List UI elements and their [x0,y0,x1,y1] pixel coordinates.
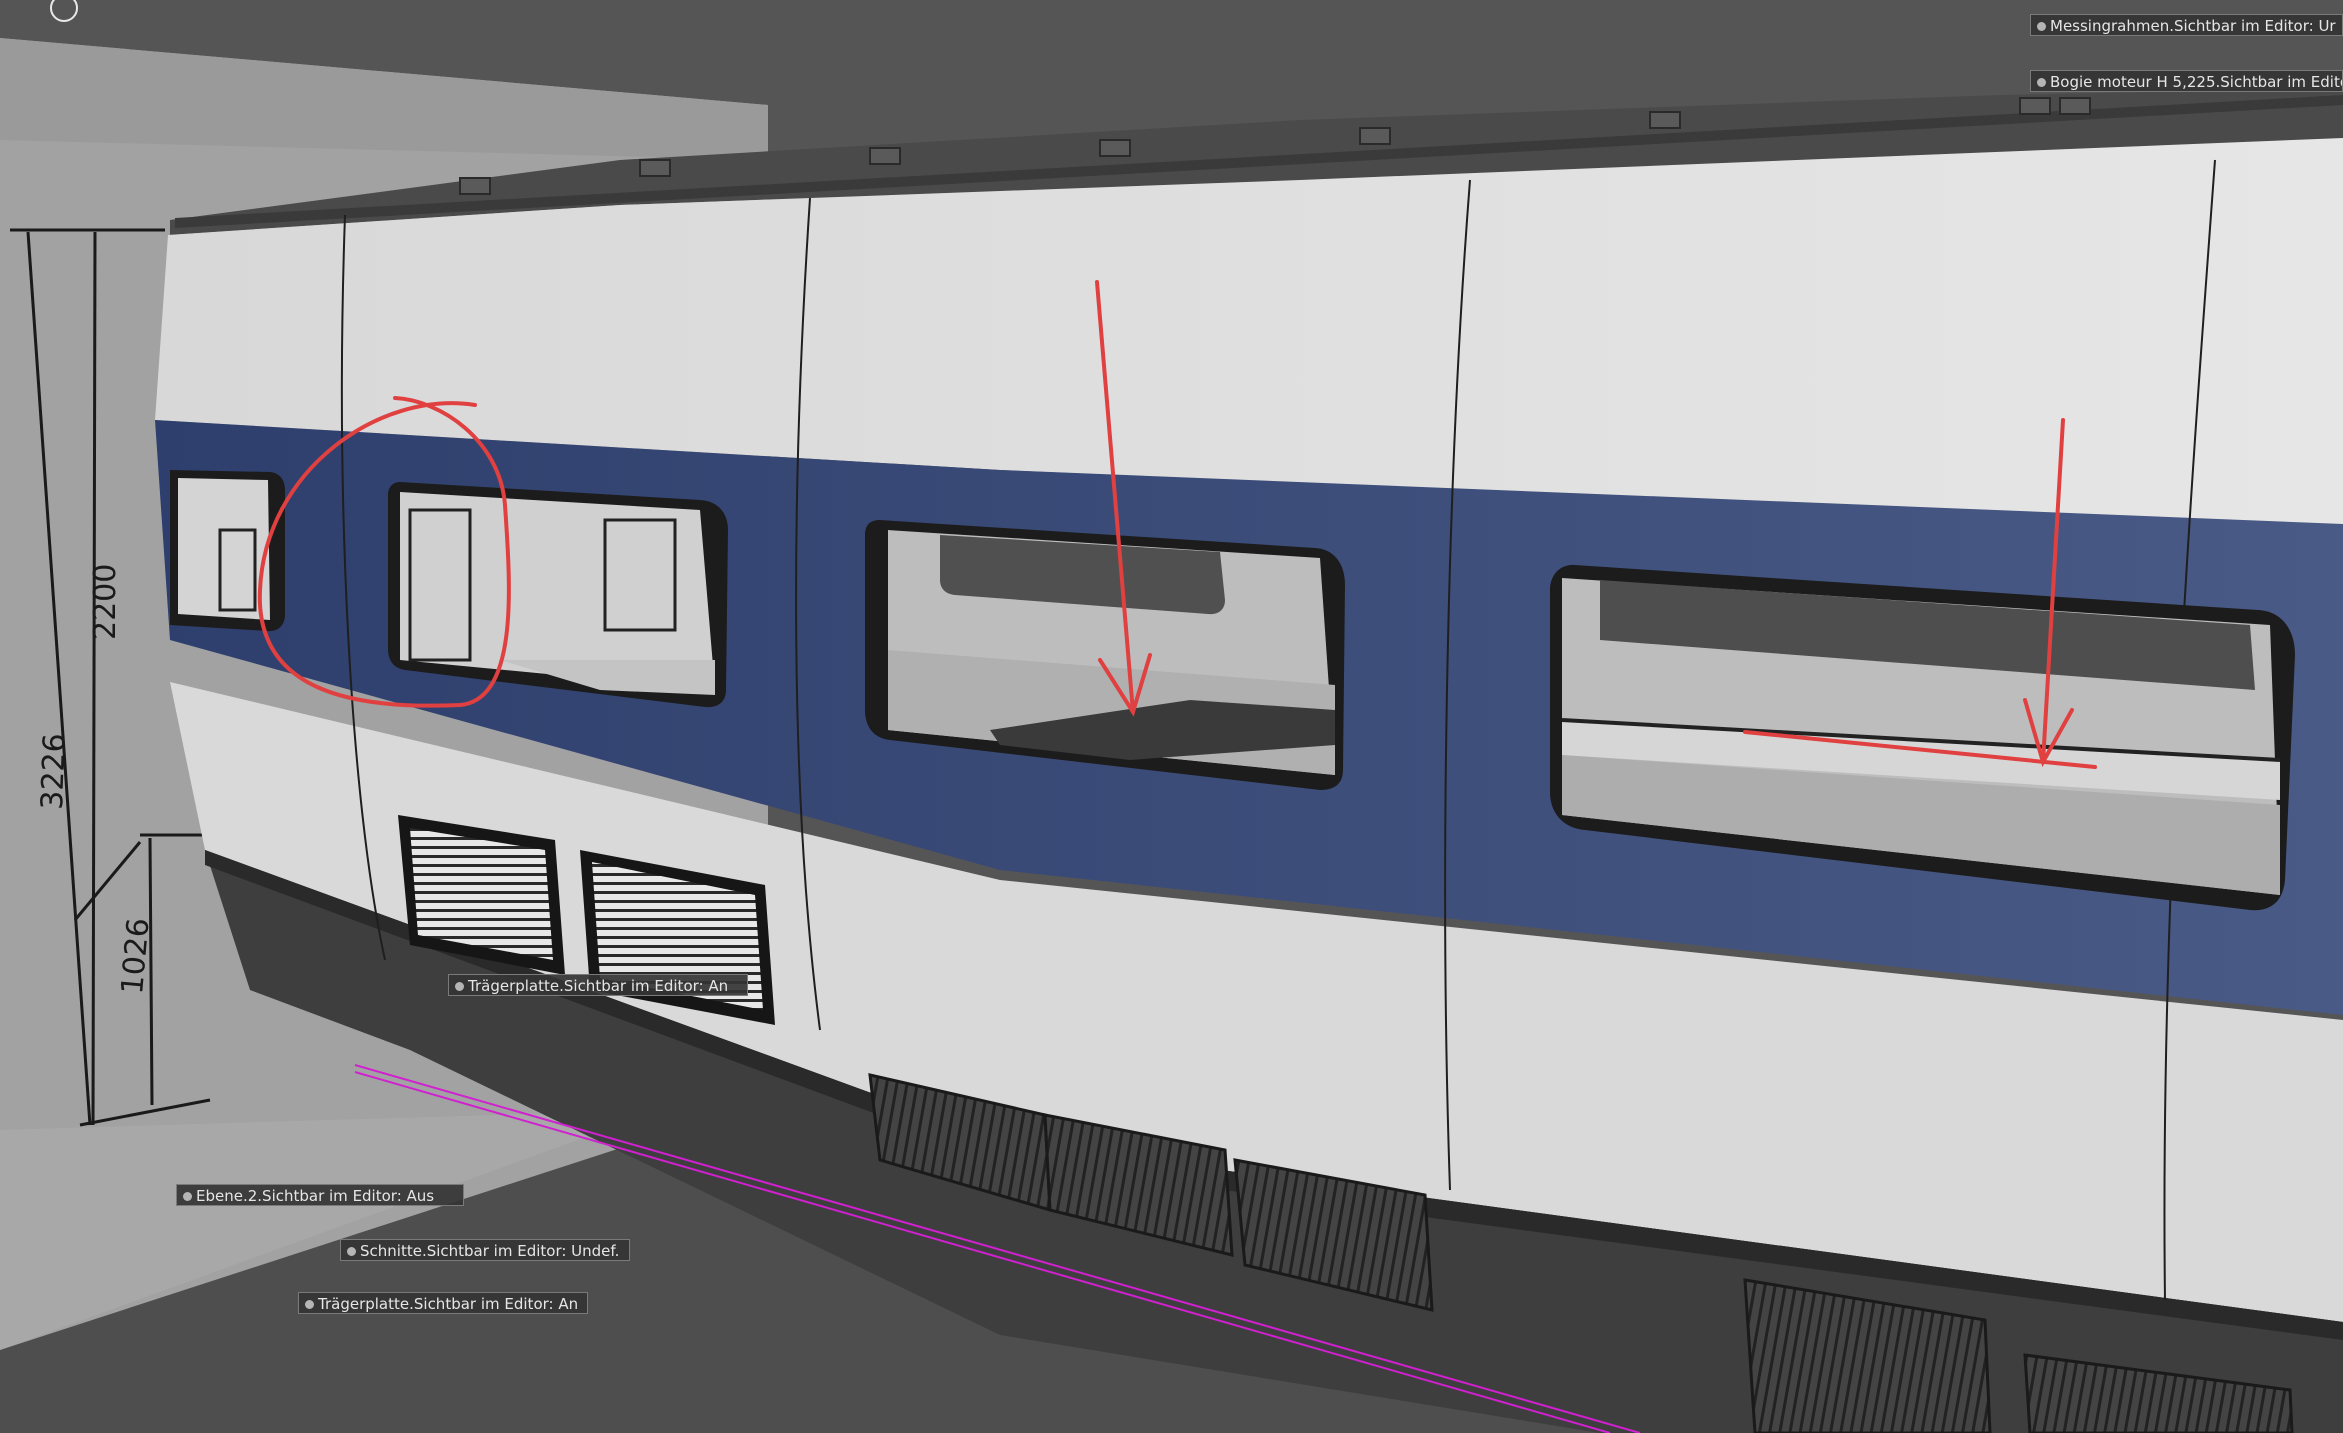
object-tag-messingrahmen[interactable]: Messingrahmen.Sichtbar im Editor: Ur [2030,14,2343,36]
visibility-dot-icon [347,1247,356,1256]
3d-viewport[interactable]: 2200 3226 1026 Messingrahmen.Sichtbar im… [0,0,2343,1433]
visibility-dot-icon [2037,78,2046,87]
window-2 [388,482,728,708]
object-tag-label: Trägerplatte.Sichtbar im Editor: An [468,977,729,995]
object-tag-ebene2[interactable]: Ebene.2.Sichtbar im Editor: Aus [176,1184,464,1206]
object-tag-label: Ebene.2.Sichtbar im Editor: Aus [196,1187,435,1205]
object-tag-traegerplatte-2[interactable]: Trägerplatte.Sichtbar im Editor: An [298,1292,588,1314]
object-tag-label: Messingrahmen.Sichtbar im Editor: Ur [2050,17,2336,35]
object-tag-bogie[interactable]: Bogie moteur H 5,225.Sichtbar im Editor:… [2030,70,2343,92]
viewport-scene[interactable]: 2200 3226 1026 [0,0,2343,1433]
visibility-dot-icon [2037,22,2046,31]
object-tag-traegerplatte-1[interactable]: Trägerplatte.Sichtbar im Editor: An [448,974,748,996]
visibility-dot-icon [455,982,464,991]
dimension-label-3: 1026 [115,917,157,996]
dimension-label-1: 2200 [88,564,123,640]
object-tag-label: Bogie moteur H 5,225.Sichtbar im Editor:… [2050,73,2342,91]
dimension-label-2: 3226 [35,733,73,811]
visibility-dot-icon [183,1192,192,1201]
visibility-dot-icon [305,1300,314,1309]
object-tag-label: Schnitte.Sichtbar im Editor: Undef. [360,1242,620,1260]
object-tag-schnitte[interactable]: Schnitte.Sichtbar im Editor: Undef. [340,1239,630,1261]
object-tag-label: Trägerplatte.Sichtbar im Editor: An [318,1295,579,1313]
